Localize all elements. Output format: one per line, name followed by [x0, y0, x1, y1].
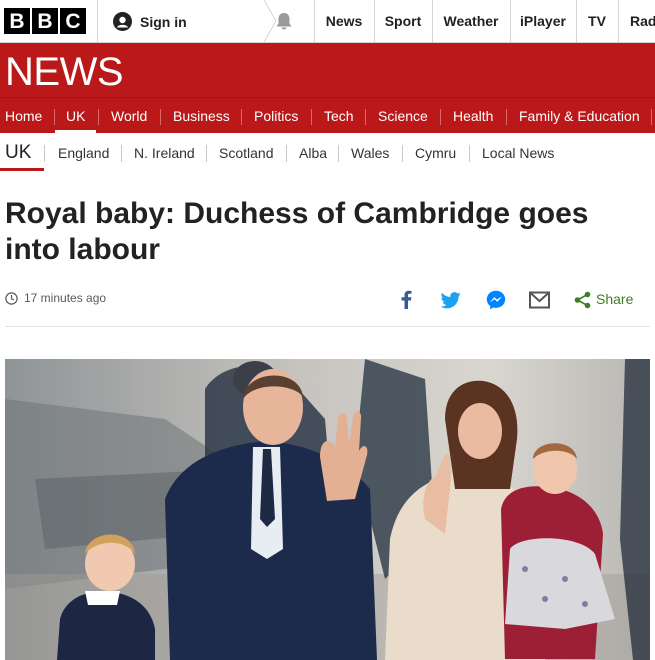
- topnav-sport[interactable]: Sport: [374, 0, 432, 42]
- divider: [97, 0, 98, 42]
- divider: [54, 109, 55, 125]
- article-photo: [5, 359, 650, 660]
- uk-subnav: UK England N. Ireland Scotland Alba Wale…: [0, 133, 655, 171]
- nav-health[interactable]: Health: [453, 100, 493, 132]
- subnav-local-news[interactable]: Local News: [482, 145, 554, 161]
- divider: [0, 97, 655, 98]
- divider: [338, 145, 339, 162]
- nav-politics[interactable]: Politics: [254, 100, 298, 132]
- subnav-cymru[interactable]: Cymru: [415, 145, 456, 161]
- subnav-wales[interactable]: Wales: [351, 145, 389, 161]
- bbc-logo-letter: C: [60, 8, 86, 34]
- topnav-iplayer[interactable]: iPlayer: [510, 0, 576, 42]
- subnav-alba[interactable]: Alba: [299, 145, 327, 161]
- active-subnav-indicator: [0, 168, 44, 171]
- share-facebook-button[interactable]: [400, 290, 414, 310]
- article-headline: Royal baby: Duchess of Cambridge goes in…: [5, 197, 589, 266]
- sign-in-label: Sign in: [140, 13, 187, 30]
- nav-home[interactable]: Home: [5, 100, 42, 132]
- subnav-england[interactable]: England: [58, 145, 109, 161]
- topnav-tv[interactable]: TV: [576, 0, 618, 42]
- topnav-weather[interactable]: Weather: [432, 0, 510, 42]
- share-email-button[interactable]: [529, 291, 550, 309]
- nav-business[interactable]: Business: [173, 100, 230, 132]
- divider: [286, 145, 287, 162]
- nav-family-education[interactable]: Family & Education: [519, 100, 640, 132]
- divider: [5, 326, 650, 327]
- divider: [206, 145, 207, 162]
- topnav-radio[interactable]: Rad: [618, 0, 655, 42]
- article-timestamp: 17 minutes ago: [24, 291, 107, 305]
- bbc-logo-letter: B: [32, 8, 58, 34]
- messenger-icon: [486, 290, 506, 310]
- news-header: NEWS Home UK World Business Politics Tec…: [0, 43, 655, 133]
- share-messenger-button[interactable]: [486, 290, 506, 310]
- clock-icon: [5, 291, 18, 305]
- email-icon: [529, 291, 550, 309]
- nav-uk[interactable]: UK: [66, 100, 85, 132]
- divider: [121, 145, 122, 162]
- sign-in-button[interactable]: Sign in: [113, 12, 187, 31]
- twitter-icon: [440, 292, 461, 309]
- subnav-n-ireland[interactable]: N. Ireland: [134, 145, 195, 161]
- divider: [160, 109, 161, 125]
- bbc-logo-letter: B: [4, 8, 30, 34]
- subnav-scotland[interactable]: Scotland: [219, 145, 273, 161]
- facebook-icon: [401, 290, 412, 309]
- royal-family-photo: [5, 359, 650, 660]
- article-meta: 17 minutes ago: [5, 291, 106, 305]
- divider: [440, 109, 441, 125]
- nav-science[interactable]: Science: [378, 100, 428, 132]
- divider: [365, 109, 366, 125]
- divider: [506, 109, 507, 125]
- divider: [44, 145, 45, 162]
- news-section-title[interactable]: NEWS: [5, 49, 124, 95]
- divider: [311, 109, 312, 125]
- topnav-news[interactable]: News: [314, 0, 374, 42]
- nav-world[interactable]: World: [111, 100, 147, 132]
- notifications-button[interactable]: [275, 12, 293, 36]
- divider: [651, 109, 652, 125]
- top-bar: B B C Sign in News Sport Weather iPlayer…: [0, 0, 655, 43]
- divider: [241, 109, 242, 125]
- user-icon: [113, 12, 132, 31]
- divider: [469, 145, 470, 162]
- bbc-logo[interactable]: B B C: [4, 8, 86, 34]
- share-label[interactable]: Share: [596, 291, 633, 307]
- divider: [98, 109, 99, 125]
- nav-tech[interactable]: Tech: [324, 100, 354, 132]
- bell-icon: [276, 13, 292, 30]
- share-twitter-button[interactable]: [440, 292, 461, 309]
- subnav-current-section[interactable]: UK: [5, 142, 31, 164]
- divider: [402, 145, 403, 162]
- share-icon: [574, 291, 591, 309]
